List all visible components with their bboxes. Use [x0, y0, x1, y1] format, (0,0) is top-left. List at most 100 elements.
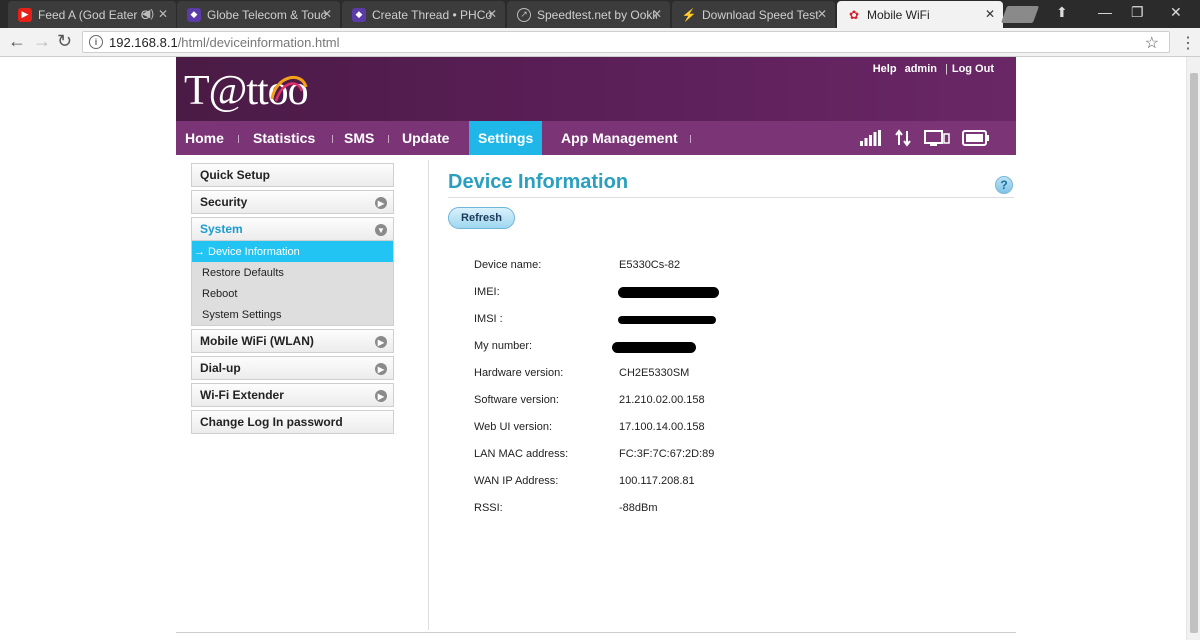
sidebar-item-label: Wi-Fi Extender [200, 388, 284, 402]
info-value: 21.210.02.00.158 [619, 394, 705, 406]
info-value: CH2E5330SM [619, 367, 690, 379]
sidebar-item-label: Security [200, 195, 248, 209]
info-row-wan-ip: WAN IP Address: 100.117.208.81 [474, 468, 874, 495]
logout-link[interactable]: Log Out [952, 63, 994, 75]
router-header: T@ttoo Help admin | Log Out [176, 57, 1016, 121]
close-tab-icon[interactable]: ✕ [322, 7, 332, 21]
bolt-favicon-icon: ⚡ [681, 7, 697, 22]
browser-toolbar: ← → ↻ i 192.168.8.1/html/deviceinformati… [0, 28, 1200, 57]
chevron-right-icon: ▶ [375, 197, 387, 209]
submenu-device-information[interactable]: → Device Information [192, 241, 393, 262]
info-row-web-ui-version: Web UI version: 17.100.14.00.158 [474, 414, 874, 441]
nav-settings[interactable]: Settings [469, 121, 542, 155]
nav-update[interactable]: Update [393, 121, 458, 155]
sidebar-item-label: Dial-up [200, 361, 241, 375]
info-label: Hardware version: [474, 367, 564, 379]
nav-separator [238, 135, 239, 143]
help-link[interactable]: Help [873, 63, 897, 75]
sidebar-item-wifi-extender[interactable]: Wi-Fi Extender ▶ [191, 383, 394, 407]
close-tab-icon[interactable]: ✕ [652, 7, 662, 21]
sidebar-item-quick-setup[interactable]: Quick Setup [191, 163, 394, 187]
new-tab-button[interactable] [1000, 6, 1040, 23]
info-label: Web UI version: [474, 421, 553, 433]
user-name-link[interactable]: admin [905, 63, 937, 75]
info-label: LAN MAC address: [474, 448, 569, 460]
nav-separator [388, 135, 389, 143]
sidebar-item-dial-up[interactable]: Dial-up ▶ [191, 356, 394, 380]
browser-tab-1[interactable]: ▶ Feed A (God Eater O ◀) ✕ [8, 1, 176, 28]
info-row-device-name: Device name: E5330Cs-82 [474, 252, 874, 279]
redaction-mark [618, 287, 719, 298]
nav-home[interactable]: Home [176, 121, 233, 155]
logo-swirl-icon [270, 76, 308, 102]
sidebar-item-change-password[interactable]: Change Log In password [191, 410, 394, 434]
browser-menu-icon[interactable]: ⋮ [1180, 33, 1196, 53]
sidebar-item-mobile-wifi[interactable]: Mobile WiFi (WLAN) ▶ [191, 329, 394, 353]
restore-icon[interactable]: ❐ [1131, 4, 1144, 21]
nav-app-management[interactable]: App Management [552, 121, 687, 155]
reload-icon[interactable]: ↻ [57, 31, 72, 52]
user-profile-icon[interactable]: ⬆ [1056, 4, 1068, 21]
close-tab-icon[interactable]: ✕ [487, 7, 497, 21]
nav-separator [690, 135, 691, 143]
data-transfer-icon [895, 129, 911, 147]
submenu-label: Device Information [208, 245, 300, 258]
minimize-icon[interactable]: — [1098, 4, 1112, 20]
refresh-button[interactable]: Refresh [448, 207, 515, 229]
close-tab-icon[interactable]: ✕ [158, 7, 168, 21]
info-value: 17.100.14.00.158 [619, 421, 705, 433]
tab-title: Download Speed Test R [702, 7, 822, 22]
back-icon[interactable]: ← [8, 31, 26, 52]
submenu-restore-defaults[interactable]: Restore Defaults [192, 262, 393, 283]
info-label: IMSI : [474, 313, 503, 325]
submenu-system-settings[interactable]: System Settings [192, 304, 393, 325]
sidebar-item-system[interactable]: System ▼ [191, 217, 394, 241]
browser-tab-5[interactable]: ⚡ Download Speed Test R ✕ [672, 1, 835, 28]
info-row-lan-mac: LAN MAC address: FC:3F:7C:67:2D:89 [474, 441, 874, 468]
redaction-mark [612, 342, 696, 353]
tab-title: Feed A (God Eater O [38, 7, 151, 22]
forward-icon[interactable]: → [33, 31, 51, 52]
info-row-rssi: RSSI: -88dBm [474, 495, 874, 522]
browser-tab-4[interactable]: ↗ Speedtest.net by Ookla ✕ [507, 1, 670, 28]
browser-tab-strip: ▶ Feed A (God Eater O ◀) ✕ ◆ Globe Telec… [0, 0, 1200, 28]
footer-rule [176, 632, 1016, 633]
speaker-icon: ◀) [141, 8, 154, 20]
info-value: -88dBm [619, 502, 658, 514]
info-value: FC:3F:7C:67:2D:89 [619, 448, 715, 460]
close-window-icon[interactable]: ✕ [1170, 4, 1182, 21]
title-divider [448, 197, 1014, 198]
link-separator: | [944, 63, 948, 75]
page-title: Device Information [448, 171, 629, 193]
info-label: Device name: [474, 259, 542, 271]
browser-tab-6[interactable]: ✿ Mobile WiFi ✕ [837, 1, 1003, 28]
info-row-hardware-version: Hardware version: CH2E5330SM [474, 360, 874, 387]
sidebar-item-label: Quick Setup [200, 168, 271, 182]
submenu-reboot[interactable]: Reboot [192, 283, 393, 304]
browser-tab-2[interactable]: ◆ Globe Telecom & Touch ✕ [177, 1, 340, 28]
nav-sms[interactable]: SMS [335, 121, 383, 155]
scrollbar-thumb[interactable] [1190, 73, 1198, 633]
url-host: 192.168.8.1 [109, 34, 178, 50]
speedometer-favicon-icon: ↗ [517, 7, 531, 22]
sidebar-item-security[interactable]: Security ▶ [191, 190, 394, 214]
signal-strength-icon [860, 130, 881, 146]
sidebar-item-label: Change Log In password [200, 415, 343, 429]
sidebar-item-label: Mobile WiFi (WLAN) [200, 334, 314, 348]
help-icon[interactable]: ? [995, 176, 1013, 194]
chevron-right-icon: ▶ [375, 336, 387, 348]
content-divider [428, 160, 429, 630]
address-bar[interactable]: i 192.168.8.1/html/deviceinformation.htm… [82, 31, 1170, 53]
nav-statistics[interactable]: Statistics [244, 121, 324, 155]
info-label: Software version: [474, 394, 559, 406]
main-nav: Home Statistics SMS Update Settings App … [176, 121, 1016, 155]
bookmark-star-icon[interactable]: ☆ [1145, 33, 1159, 53]
info-value: 100.117.208.81 [619, 475, 695, 487]
info-row-imsi: IMSI : [474, 306, 874, 333]
redaction-mark [618, 316, 716, 324]
page-scrollbar[interactable] [1186, 57, 1200, 640]
site-info-icon[interactable]: i [89, 35, 103, 49]
close-tab-icon[interactable]: ✕ [985, 7, 995, 21]
browser-tab-3[interactable]: ◆ Create Thread • PHCorn ✕ [342, 1, 505, 28]
close-tab-icon[interactable]: ✕ [817, 7, 827, 21]
